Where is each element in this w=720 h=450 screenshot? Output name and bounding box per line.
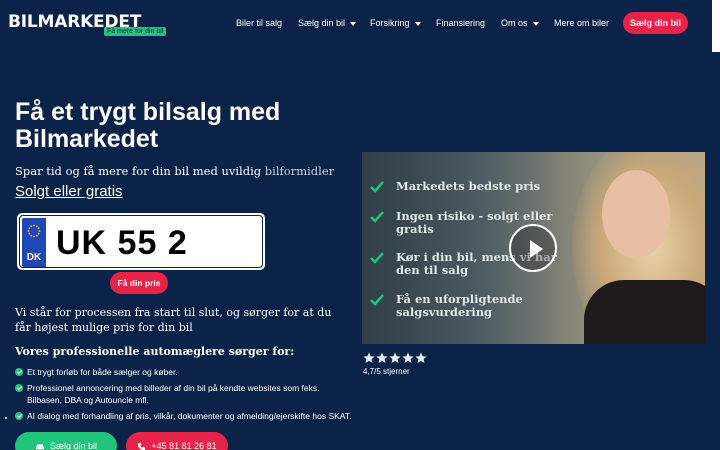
list-item-text: Professionel annoncering med billeder af…: [27, 383, 320, 405]
list-item-text: Et trygt forløb for både sælger og køber…: [27, 367, 178, 377]
star-icon: [376, 352, 388, 363]
decorative-dot: [5, 417, 7, 419]
video-list-text: Markedets bedste pris: [396, 179, 541, 193]
check-icon: [370, 211, 384, 223]
list-heading: Vores professionelle automæglere sørger …: [15, 345, 295, 358]
star-icon: [389, 352, 401, 363]
site-header: BILMARKEDET Få mere for din bil Biler ti…: [0, 0, 720, 48]
nav-saelg-din-bil[interactable]: Sælg din bil: [298, 18, 357, 28]
nav-label: Biler til salg: [236, 18, 283, 28]
star-icon: [415, 352, 427, 363]
phone-number: +45 81 81 26 81: [151, 441, 217, 450]
hero-paragraph: Vi står for processen fra start til slut…: [15, 306, 332, 334]
star-icon: [402, 352, 414, 363]
nav-mere-om-biler[interactable]: Mere om biler: [554, 18, 609, 28]
plate-frame: DK UK 55 2: [19, 215, 263, 268]
nav-forsikring[interactable]: Forsikring: [370, 18, 421, 28]
video-list-item: Markedets bedste pris: [370, 180, 570, 193]
play-icon[interactable]: [509, 224, 557, 272]
eu-stars-icon: [27, 224, 41, 238]
hero-subtitle: Spar tid og få mere for din bil med uvil…: [15, 164, 334, 178]
get-price-button[interactable]: Få din pris: [110, 272, 168, 294]
rating-stars: [363, 352, 427, 364]
video-list-item: Få en uforpligtende salgsvurdering: [370, 293, 570, 319]
page-edge: [712, 0, 720, 52]
plate-number[interactable]: UK 55 2: [56, 224, 188, 263]
nav-label: Forsikring: [370, 18, 410, 28]
subtitle-highlight: bilformidler: [264, 164, 335, 178]
check-icon: [370, 294, 384, 306]
check-icon: [15, 384, 23, 392]
solgt-eller-gratis-link[interactable]: Solgt eller gratis: [15, 183, 123, 200]
license-plate-input[interactable]: DK UK 55 2: [17, 213, 265, 270]
nav-label: Finansiering: [436, 18, 486, 28]
video-list-text: Få en uforpligtende salgsvurdering: [396, 292, 523, 319]
phone-button[interactable]: +45 81 81 26 81: [126, 432, 228, 450]
nav-label: Mere om biler: [554, 18, 610, 28]
subtitle-text: Spar tid og få mere for din bil med uvil…: [15, 164, 265, 178]
promo-video[interactable]: Markedets bedste pris Ingen risiko - sol…: [362, 152, 705, 344]
nav-finansiering[interactable]: Finansiering: [436, 18, 485, 28]
phone-icon: [138, 442, 146, 450]
eu-band: DK: [22, 218, 46, 267]
check-icon: [15, 368, 23, 376]
check-icon: [370, 181, 384, 193]
plate-country: DK: [26, 252, 42, 263]
check-icon: [370, 252, 384, 264]
car-icon: [35, 443, 44, 450]
list-item: AI dialog med forhandling af pris, vilkå…: [15, 410, 355, 422]
rating-text: 4,7/5 stjerner: [363, 367, 410, 376]
nav-biler-til-salg[interactable]: Biler til salg: [236, 18, 282, 28]
nav-label: Om os: [501, 18, 528, 28]
list-item: Professionel annoncering med billeder af…: [15, 382, 355, 406]
list-item-text: AI dialog med forhandling af pris, vilkå…: [27, 411, 352, 421]
chevron-down-icon: [532, 21, 539, 26]
hero-title: Få et trygt bilsalg med Bilmarkedet: [15, 98, 281, 153]
nav-om-os[interactable]: Om os: [501, 18, 539, 28]
list-item: Et trygt forløb for både sælger og køber…: [15, 366, 355, 378]
chevron-down-icon: [350, 21, 357, 26]
sell-car-button-label: Sælg din bil: [49, 441, 98, 450]
video-presenter-body: [584, 280, 705, 344]
video-presenter-face: [602, 170, 670, 258]
sell-car-button[interactable]: Sælg din bil: [15, 432, 117, 450]
chevron-down-icon: [414, 21, 421, 26]
star-icon: [363, 352, 375, 363]
check-icon: [15, 412, 23, 420]
sell-car-header-button[interactable]: Sælg din bil: [623, 12, 688, 34]
nav-label: Sælg din bil: [298, 18, 346, 28]
logo-tagline: Få mere for din bil: [104, 27, 167, 36]
